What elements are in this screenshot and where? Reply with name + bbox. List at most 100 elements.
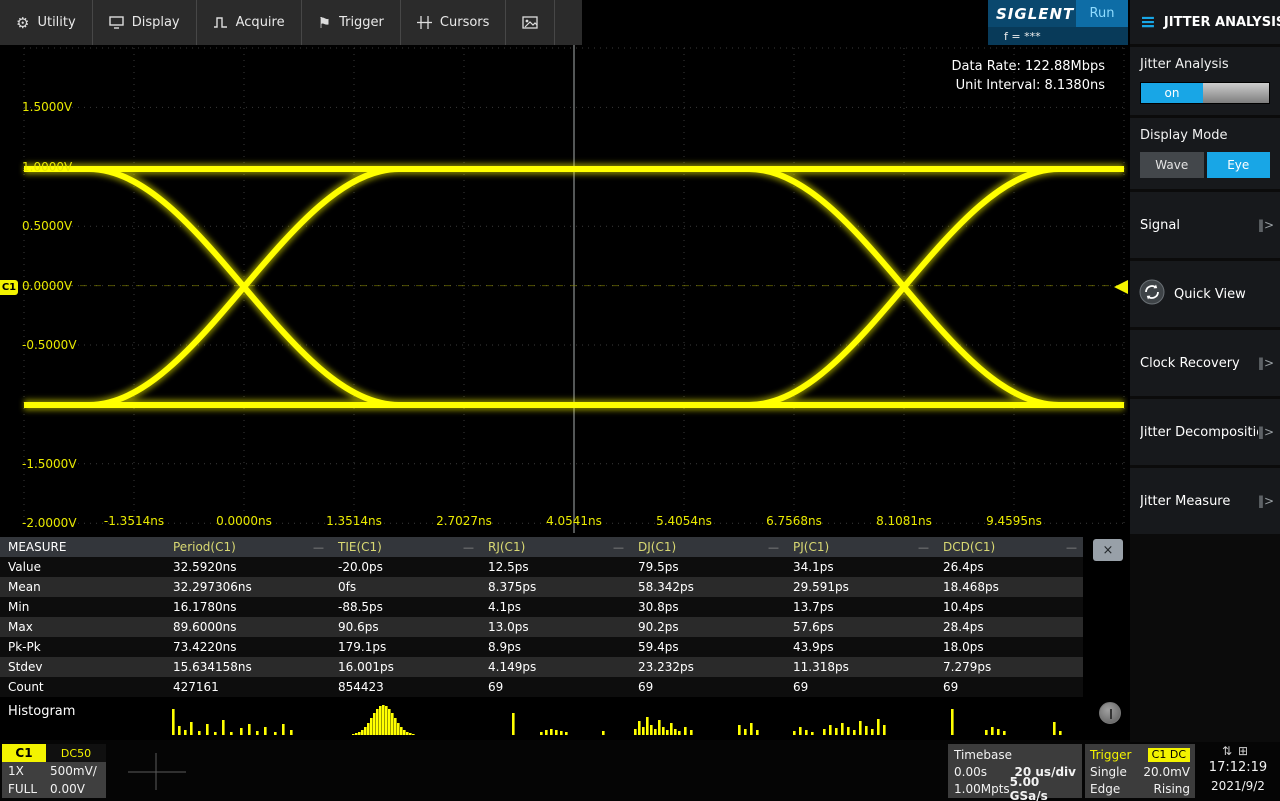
- measure-cell: 30.8ps: [630, 600, 785, 614]
- y-axis-label: 1.0000V: [22, 160, 72, 174]
- measure-cell: 8.375ps: [480, 580, 630, 594]
- timebase-label: Timebase: [954, 748, 1012, 762]
- measure-cell: 15.634158ns: [165, 660, 330, 674]
- quick-view-icon: [1139, 279, 1165, 309]
- measure-row-label: Stdev: [0, 660, 165, 674]
- measure-cell: 854423: [330, 680, 480, 694]
- display-icon: [109, 16, 124, 29]
- measure-col-dj[interactable]: DJ(C1)—: [630, 537, 785, 557]
- y-axis-label: -0.5000V: [22, 338, 77, 352]
- trigger-box[interactable]: TriggerC1 DC Single20.0mV EdgeRising: [1085, 744, 1195, 798]
- x-axis-label: 6.7568ns: [766, 514, 822, 528]
- jitter-decomposition-label: Jitter Decomposition: [1140, 425, 1258, 440]
- menu-cursors[interactable]: Cursors: [401, 0, 507, 45]
- column-options-dash-icon[interactable]: —: [1066, 541, 1077, 554]
- x-axis-label: 4.0541ns: [546, 514, 602, 528]
- measure-col-rj[interactable]: RJ(C1) —: [480, 537, 630, 557]
- measure-cell: 59.4ps: [630, 640, 785, 654]
- menu-utility[interactable]: ⚙ Utility: [0, 0, 93, 45]
- brand-logo: SIGLENT: [988, 0, 1076, 27]
- jitter-overlay: Data Rate: 122.88Mbps Unit Interval: 8.1…: [952, 57, 1105, 95]
- channel-scale: 500mV/: [50, 764, 106, 778]
- measure-row-label: Mean: [0, 580, 165, 594]
- quick-view-menu-item[interactable]: Quick View: [1130, 261, 1280, 327]
- measure-cell: 7.279ps: [935, 660, 1083, 674]
- measure-row: Max89.6000ns90.6ps13.0ps90.2ps57.6ps28.4…: [0, 617, 1083, 637]
- x-axis-label: 5.4054ns: [656, 514, 712, 528]
- jitter-decomposition-menu-item[interactable]: Jitter Decomposition ‖>: [1130, 399, 1280, 465]
- close-icon: ×: [1103, 543, 1114, 558]
- menu-icon[interactable]: ≡: [1140, 11, 1156, 33]
- channel-offset: 0.00V: [50, 782, 106, 796]
- measure-cell: 69: [480, 680, 630, 694]
- measure-table: MEASURE Period(C1)— TIE(C1)— RJ(C1)— DJ(…: [0, 537, 1083, 697]
- trigger-source-chip: C1 DC: [1148, 748, 1190, 762]
- measure-cell: 8.9ps: [480, 640, 630, 654]
- submenu-arrow-icon: ‖>: [1258, 356, 1274, 370]
- position-crosshair-icon: [126, 748, 190, 792]
- measure-col-pj[interactable]: PJ(C1) —: [785, 537, 935, 557]
- sidebar-header[interactable]: ≡ JITTER ANALYSIS: [1130, 0, 1280, 44]
- x-axis-label: 9.4595ns: [986, 514, 1042, 528]
- signal-menu-item[interactable]: Signal ‖>: [1130, 192, 1280, 258]
- trigger-level-marker[interactable]: [1114, 280, 1128, 294]
- clock-recovery-menu-item[interactable]: Clock Recovery ‖>: [1130, 330, 1280, 396]
- col-label: RJ(C1): [488, 540, 525, 554]
- quick-view-label: Quick View: [1174, 287, 1246, 302]
- column-options-dash-icon[interactable]: —: [918, 541, 929, 554]
- measure-cell: 18.468ps: [935, 580, 1083, 594]
- column-options-dash-icon[interactable]: —: [463, 541, 474, 554]
- histogram-knob[interactable]: [1099, 702, 1121, 724]
- cursors-icon: [417, 16, 432, 29]
- run-status-badge[interactable]: Run: [1076, 0, 1128, 27]
- column-options-dash-icon[interactable]: —: [613, 541, 624, 554]
- measure-cell: 11.318ps: [785, 660, 935, 674]
- timebase-box[interactable]: Timebase 0.00s20 us/div 1.00Mpts5.00 GSa…: [948, 744, 1082, 798]
- measure-cell: 427161: [165, 680, 330, 694]
- measure-col-dcd[interactable]: DCD(C1)—: [935, 537, 1083, 557]
- histogram-PJ(C1): [793, 719, 886, 735]
- col-label: PJ(C1): [793, 540, 829, 554]
- measure-row-label: Count: [0, 680, 165, 694]
- measure-cell: 90.2ps: [630, 620, 785, 634]
- eye-mode-button[interactable]: Eye: [1207, 152, 1271, 178]
- toggle-on-segment[interactable]: on: [1141, 83, 1203, 103]
- clock-time: 17:12:19: [1198, 760, 1278, 779]
- measure-col-tie[interactable]: TIE(C1) —: [330, 537, 480, 557]
- col-label: TIE(C1): [338, 540, 382, 554]
- measure-cell: 28.4ps: [935, 620, 1083, 634]
- x-axis-label: -1.3514ns: [104, 514, 164, 528]
- menu-display[interactable]: Display: [93, 0, 197, 45]
- col-label: Period(C1): [173, 540, 236, 554]
- measure-col-period[interactable]: Period(C1) —: [165, 537, 330, 557]
- trigger-mode: Single: [1090, 765, 1127, 779]
- measure-row: Count42716185442369696969: [0, 677, 1083, 697]
- wave-mode-button[interactable]: Wave: [1140, 152, 1204, 178]
- histogram-DCD(C1): [951, 709, 1062, 735]
- channel-c1-box[interactable]: C1 DC50 1X 500mV/ FULL 0.00V: [2, 744, 106, 798]
- measure-row-label: Pk-Pk: [0, 640, 165, 654]
- menu-bar: ⚙ Utility Display Acquire ⚑ Trigger Curs…: [0, 0, 582, 45]
- measure-cell: 32.297306ns: [165, 580, 330, 594]
- column-options-dash-icon[interactable]: —: [768, 541, 779, 554]
- menu-acquire-label: Acquire: [236, 15, 285, 30]
- display-mode-label: Display Mode: [1140, 128, 1270, 143]
- close-measure-button[interactable]: ×: [1093, 539, 1123, 561]
- updown-arrows-icon: ⇅: [1222, 744, 1238, 758]
- channel-bandwidth: FULL: [8, 782, 50, 796]
- measure-cell: 57.6ps: [785, 620, 935, 634]
- column-options-dash-icon[interactable]: —: [313, 541, 324, 554]
- menu-acquire[interactable]: Acquire: [197, 0, 302, 45]
- jitter-analysis-section: Jitter Analysis on: [1130, 47, 1280, 115]
- jitter-measure-menu-item[interactable]: Jitter Measure ‖>: [1130, 468, 1280, 534]
- channel-offset-marker[interactable]: C1: [0, 280, 18, 295]
- measure-row-label: Max: [0, 620, 165, 634]
- histogram-TIE(C1): [352, 705, 415, 735]
- menu-trigger[interactable]: ⚑ Trigger: [302, 0, 401, 45]
- y-axis-label: 0.0000V: [22, 279, 72, 293]
- menu-screenshot[interactable]: [506, 0, 555, 45]
- jitter-analysis-toggle[interactable]: on: [1140, 82, 1270, 104]
- measure-cell: 4.1ps: [480, 600, 630, 614]
- grid-icon: ⊞: [1238, 744, 1254, 758]
- toggle-off-segment[interactable]: [1203, 83, 1269, 103]
